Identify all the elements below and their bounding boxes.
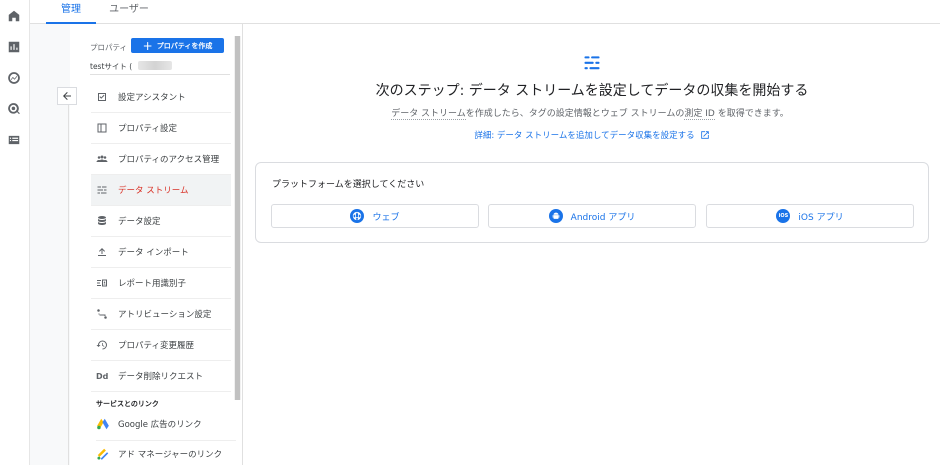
dd-icon: Dd xyxy=(96,371,109,381)
property-selector[interactable]: testサイト ( xyxy=(90,61,132,72)
menu-item-label: プロパティ変更履歴 xyxy=(118,341,194,351)
link-label: Google 広告のリンク xyxy=(118,420,202,430)
arrow-back-icon xyxy=(63,92,71,100)
property-menu: 設定アシスタント プロパティ設定 プロパティのアクセス管理 データ ストリーム … xyxy=(91,82,231,392)
android-icon xyxy=(548,209,563,223)
menu-item-label: データ インポート xyxy=(118,248,189,258)
tab-admin[interactable]: 管理 xyxy=(46,0,96,24)
ios-icon: iOS xyxy=(776,209,791,223)
platform-label: ウェブ xyxy=(372,212,400,223)
tab-users[interactable]: ユーザー xyxy=(102,0,156,24)
redacted-property-id xyxy=(138,61,172,70)
divider xyxy=(96,440,236,441)
menu-item-access-management[interactable]: プロパティのアクセス管理 xyxy=(91,144,231,175)
left-nav-rail xyxy=(0,0,30,465)
list-icon[interactable] xyxy=(4,130,24,150)
database-icon xyxy=(91,215,113,227)
advertising-icon[interactable] xyxy=(4,99,24,119)
scrollbar-thumb[interactable] xyxy=(235,36,240,400)
page-subtitle: データ ストリームを作成したら、タグの設定情報とウェブ ストリームの測定 ID … xyxy=(330,106,850,120)
identifier-icon xyxy=(91,277,113,289)
platform-label: iOS アプリ xyxy=(798,212,844,223)
attribution-icon xyxy=(91,308,113,320)
menu-item-label: プロパティ設定 xyxy=(118,124,177,134)
reports-icon[interactable] xyxy=(4,37,24,57)
menu-item-label: アトリビューション設定 xyxy=(118,310,212,320)
menu-item-label: データ削除リクエスト xyxy=(118,372,204,382)
create-property-button[interactable]: + プロパティを作成 xyxy=(131,38,224,53)
menu-item-label: レポート用識別子 xyxy=(118,279,187,289)
product-links-heading: サービスとのリンク xyxy=(96,400,159,408)
ios-platform-button[interactable]: iOS iOS アプリ xyxy=(706,204,914,228)
menu-item-attribution-settings[interactable]: アトリビューション設定 xyxy=(91,299,231,330)
divider xyxy=(242,24,243,465)
data-stream-term[interactable]: データ ストリーム xyxy=(391,109,466,120)
menu-item-label: プロパティのアクセス管理 xyxy=(118,155,220,165)
menu-item-data-import[interactable]: データ インポート xyxy=(91,237,231,268)
menu-item-label: データ設定 xyxy=(118,217,161,227)
google-ads-icon xyxy=(97,418,109,430)
divider xyxy=(90,74,230,75)
data-stream-icon xyxy=(584,56,600,70)
menu-item-data-streams[interactable]: データ ストリーム xyxy=(91,175,231,206)
create-property-label: プロパティを作成 xyxy=(156,41,213,50)
explore-icon[interactable] xyxy=(4,68,24,88)
platform-card-title: プラットフォームを選択してください xyxy=(272,180,425,190)
menu-item-reporting-identity[interactable]: レポート用識別子 xyxy=(91,268,231,299)
ad-manager-icon xyxy=(97,448,109,460)
menu-item-setup-assistant[interactable]: 設定アシスタント xyxy=(91,82,231,113)
menu-item-label: データ ストリーム xyxy=(118,186,189,196)
data-stream-icon xyxy=(91,184,113,196)
link-label: アド マネージャーのリンク xyxy=(118,450,223,460)
top-tabs: 管理 ユーザー xyxy=(30,0,940,24)
checklist-icon xyxy=(91,91,113,103)
measurement-id-term[interactable]: 測定 ID xyxy=(684,109,715,120)
upload-icon xyxy=(91,246,113,258)
link-ad-manager[interactable]: アド マネージャーのリンク xyxy=(96,442,236,465)
menu-item-data-settings[interactable]: データ設定 xyxy=(91,206,231,237)
platform-label: Android アプリ xyxy=(570,212,636,223)
platform-card: プラットフォームを選択してください ウェブ Android アプリ iOS iO… xyxy=(255,162,929,243)
globe-icon xyxy=(350,209,365,223)
help-link[interactable]: 詳細: データ ストリームを追加してデータ収集を設定する xyxy=(440,129,744,141)
android-platform-button[interactable]: Android アプリ xyxy=(488,204,696,228)
page-title: 次のステップ: データ ストリームを設定してデータの収集を開始する xyxy=(375,83,809,99)
property-label: プロパティ xyxy=(90,43,128,52)
people-icon xyxy=(91,153,113,165)
menu-item-data-deletion[interactable]: Dd データ削除リクエスト xyxy=(91,361,231,392)
help-link-label: 詳細: データ ストリームを追加してデータ収集を設定する xyxy=(474,131,695,141)
subtitle-text: を作成したら、タグの設定情報とウェブ ストリームの xyxy=(465,109,685,119)
home-icon[interactable] xyxy=(4,6,24,26)
back-button[interactable] xyxy=(57,87,77,105)
divider xyxy=(68,105,69,465)
analytics-admin-screen: 管理 ユーザー プロパティ + プロパティを作成 testサイト ( 設定アシス… xyxy=(0,0,940,465)
property-settings-icon xyxy=(91,122,113,134)
open-in-new-icon xyxy=(700,131,709,139)
menu-item-property-settings[interactable]: プロパティ設定 xyxy=(91,113,231,144)
link-google-ads[interactable]: Google 広告のリンク xyxy=(96,412,236,436)
menu-item-label: 設定アシスタント xyxy=(118,93,186,103)
subtitle-text: を取得できます。 xyxy=(714,109,789,119)
web-platform-button[interactable]: ウェブ xyxy=(271,204,479,228)
history-icon xyxy=(91,339,113,351)
menu-item-change-history[interactable]: プロパティ変更履歴 xyxy=(91,330,231,361)
plus-icon: + xyxy=(142,38,153,53)
